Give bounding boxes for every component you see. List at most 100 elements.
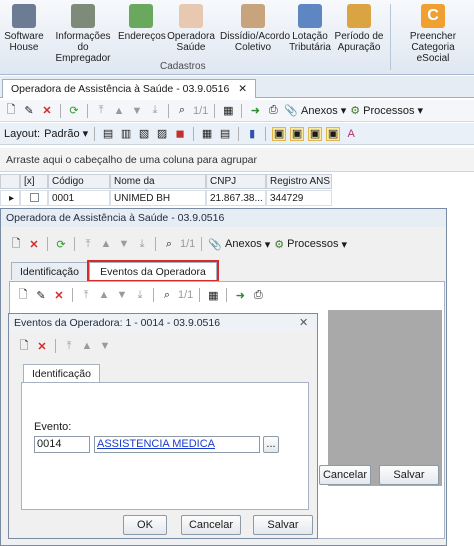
browse-button[interactable]: ... bbox=[263, 436, 279, 453]
identificacao-panel: Evento: 0014 ASSISTENCIA MEDICA ... bbox=[21, 382, 309, 510]
grid-header-select[interactable]: [x] bbox=[20, 174, 48, 189]
dialog2-cancel-button[interactable]: Cancelar bbox=[181, 515, 241, 535]
view-icon[interactable]: ▣ bbox=[308, 126, 323, 141]
processos-button[interactable]: ⚙ Processos ▾ bbox=[274, 238, 347, 251]
edit-icon[interactable]: ✎ bbox=[34, 288, 48, 302]
previous-icon[interactable]: ▲ bbox=[80, 339, 94, 353]
row-indicator-icon: ▸ bbox=[0, 190, 20, 206]
evento-name-field[interactable]: ASSISTENCIA MEDICA bbox=[94, 436, 260, 453]
next-icon[interactable]: ▼ bbox=[98, 339, 112, 353]
last-icon[interactable]: ⤓ bbox=[133, 288, 147, 302]
delete-icon[interactable]: ✕ bbox=[52, 288, 66, 302]
tab-identificacao[interactable]: Identificação bbox=[11, 262, 88, 280]
cell-nome[interactable]: UNIMED BH bbox=[110, 190, 206, 206]
last-icon[interactable]: ⤓ bbox=[135, 237, 149, 251]
new-icon[interactable]: 🗋 bbox=[9, 237, 23, 251]
cell-codigo[interactable]: 0001 bbox=[48, 190, 110, 206]
refresh-icon[interactable]: ⟳ bbox=[54, 237, 68, 251]
previous-icon[interactable]: ▲ bbox=[97, 288, 111, 302]
close-icon[interactable]: ✕ bbox=[238, 83, 247, 95]
enderecos-button[interactable]: Endereços bbox=[118, 4, 166, 42]
new-icon[interactable]: 🗋 bbox=[4, 104, 18, 118]
ribbon-separator bbox=[390, 4, 391, 70]
view-icon[interactable]: ▣ bbox=[272, 126, 287, 141]
print-icon[interactable]: ⎙ bbox=[266, 104, 280, 118]
dialog1-save-button[interactable]: Salvar bbox=[379, 465, 439, 485]
row-checkbox[interactable] bbox=[20, 190, 48, 206]
previous-icon[interactable]: ▲ bbox=[112, 104, 126, 118]
layout-toolbar: Layout: Padrão ▾ ▤ ▥ ▧ ▨ ◼ ▦ ▤ ▮ ▣ ▣ ▣ ▣ … bbox=[0, 123, 474, 145]
binoculars-icon[interactable]: ⌕ bbox=[175, 104, 189, 118]
informacoes-empregador-button[interactable]: Informações do Empregador bbox=[50, 4, 116, 64]
export-icon[interactable]: ➜ bbox=[233, 288, 247, 302]
layout-tool-icon[interactable]: ▧ bbox=[137, 127, 151, 141]
new-icon[interactable]: 🗋 bbox=[16, 288, 30, 302]
layout-select[interactable]: Padrão ▾ bbox=[44, 127, 88, 141]
layout-tool-icon[interactable]: ◼ bbox=[173, 127, 187, 141]
delete-icon[interactable]: ✕ bbox=[35, 339, 49, 353]
export-icon[interactable]: ➜ bbox=[248, 104, 262, 118]
layout-tool-icon[interactable]: ▨ bbox=[155, 127, 169, 141]
chevron-down-icon: ▾ bbox=[341, 238, 347, 251]
document-tab[interactable]: Operadora de Assistência à Saúde - 03.9.… bbox=[2, 79, 257, 98]
last-icon[interactable]: ⤓ bbox=[148, 104, 162, 118]
cadastros-group-label: Cadastros bbox=[160, 61, 206, 72]
new-icon[interactable]: 🗋 bbox=[17, 339, 31, 353]
first-icon[interactable]: ⤒ bbox=[94, 104, 108, 118]
grid-icon[interactable]: ▦ bbox=[221, 104, 235, 118]
first-icon[interactable]: ⤒ bbox=[81, 237, 95, 251]
processos-button[interactable]: ⚙ Processos ▾ bbox=[350, 104, 423, 118]
anexos-button[interactable]: 📎 Anexos ▾ bbox=[284, 104, 346, 118]
ok-button[interactable]: OK bbox=[123, 515, 167, 535]
gears-icon: ⚙ bbox=[274, 238, 285, 251]
chart-icon[interactable]: ▮ bbox=[245, 127, 259, 141]
next-icon[interactable]: ▼ bbox=[115, 288, 129, 302]
periodo-apuracao-button[interactable]: Período de Apuração bbox=[334, 4, 384, 53]
cell-cnpj[interactable]: 21.867.38... bbox=[206, 190, 266, 206]
eventos-dialog-title: Eventos da Operadora: 1 - 0014 - 03.9.05… bbox=[9, 314, 317, 332]
refresh-icon[interactable]: ⟳ bbox=[67, 104, 81, 118]
highlight-box bbox=[87, 260, 219, 282]
first-icon[interactable]: ⤒ bbox=[62, 339, 76, 353]
grid-header-codigo[interactable]: Código bbox=[48, 174, 110, 189]
binoculars-icon[interactable]: ⌕ bbox=[162, 237, 176, 251]
delete-icon[interactable]: ✕ bbox=[27, 237, 41, 251]
previous-icon[interactable]: ▲ bbox=[99, 237, 113, 251]
preencher-categoria-button[interactable]: C Preencher Categoria eSocial bbox=[394, 4, 472, 64]
layout-tool-icon[interactable]: ▤ bbox=[218, 127, 232, 141]
eventos-operadora-dialog: Eventos da Operadora: 1 - 0014 - 03.9.05… bbox=[8, 313, 318, 539]
binoculars-icon[interactable]: ⌕ bbox=[160, 288, 174, 302]
close-icon[interactable]: ✕ bbox=[299, 316, 308, 329]
tab-identificacao[interactable]: Identificação bbox=[23, 364, 100, 382]
evento-code-field[interactable]: 0014 bbox=[34, 436, 90, 453]
layout-tool-icon[interactable]: ▤ bbox=[101, 127, 115, 141]
next-icon[interactable]: ▼ bbox=[117, 237, 131, 251]
lotacao-tributaria-button[interactable]: Lotação Tributária bbox=[288, 4, 332, 53]
processos-label: Processos bbox=[363, 104, 415, 117]
grid-header-cnpj[interactable]: CNPJ bbox=[206, 174, 266, 189]
ribbon: Software House Informações do Empregador… bbox=[0, 0, 474, 75]
dialog1-cancel-button[interactable]: Cancelar bbox=[319, 465, 371, 485]
dissidio-acordo-label: Dissídio/Acordo Coletivo bbox=[220, 31, 291, 53]
layout-tool-icon[interactable]: ▥ bbox=[119, 127, 133, 141]
anexos-button[interactable]: 📎 Anexos ▾ bbox=[208, 238, 270, 251]
layout-tool-icon[interactable]: ▦ bbox=[200, 127, 214, 141]
edit-icon[interactable]: ✎ bbox=[22, 104, 36, 118]
delete-icon[interactable]: ✕ bbox=[40, 104, 54, 118]
operadora-dialog-title: Operadora de Assistência à Saúde - 03.9.… bbox=[1, 209, 446, 227]
print-icon[interactable]: ⎙ bbox=[251, 288, 265, 302]
grid-icon[interactable]: ▦ bbox=[206, 288, 220, 302]
grid-header-registro[interactable]: Registro ANS bbox=[266, 174, 332, 189]
cell-registro[interactable]: 344729 bbox=[266, 190, 332, 206]
grid-header-nome[interactable]: Nome da Operadora bbox=[110, 174, 206, 200]
next-icon[interactable]: ▼ bbox=[130, 104, 144, 118]
operadora-saude-button[interactable]: Operadora Saúde bbox=[166, 4, 216, 53]
view-icon[interactable]: ▣ bbox=[290, 126, 305, 141]
software-house-button[interactable]: Software House bbox=[2, 4, 46, 53]
calculator-icon bbox=[71, 4, 95, 28]
dissidio-acordo-button[interactable]: Dissídio/Acordo Coletivo bbox=[220, 4, 291, 53]
text-icon[interactable]: A bbox=[344, 127, 358, 141]
view-icon[interactable]: ▣ bbox=[326, 126, 341, 141]
first-icon[interactable]: ⤒ bbox=[79, 288, 93, 302]
dialog2-save-button[interactable]: Salvar bbox=[253, 515, 313, 535]
